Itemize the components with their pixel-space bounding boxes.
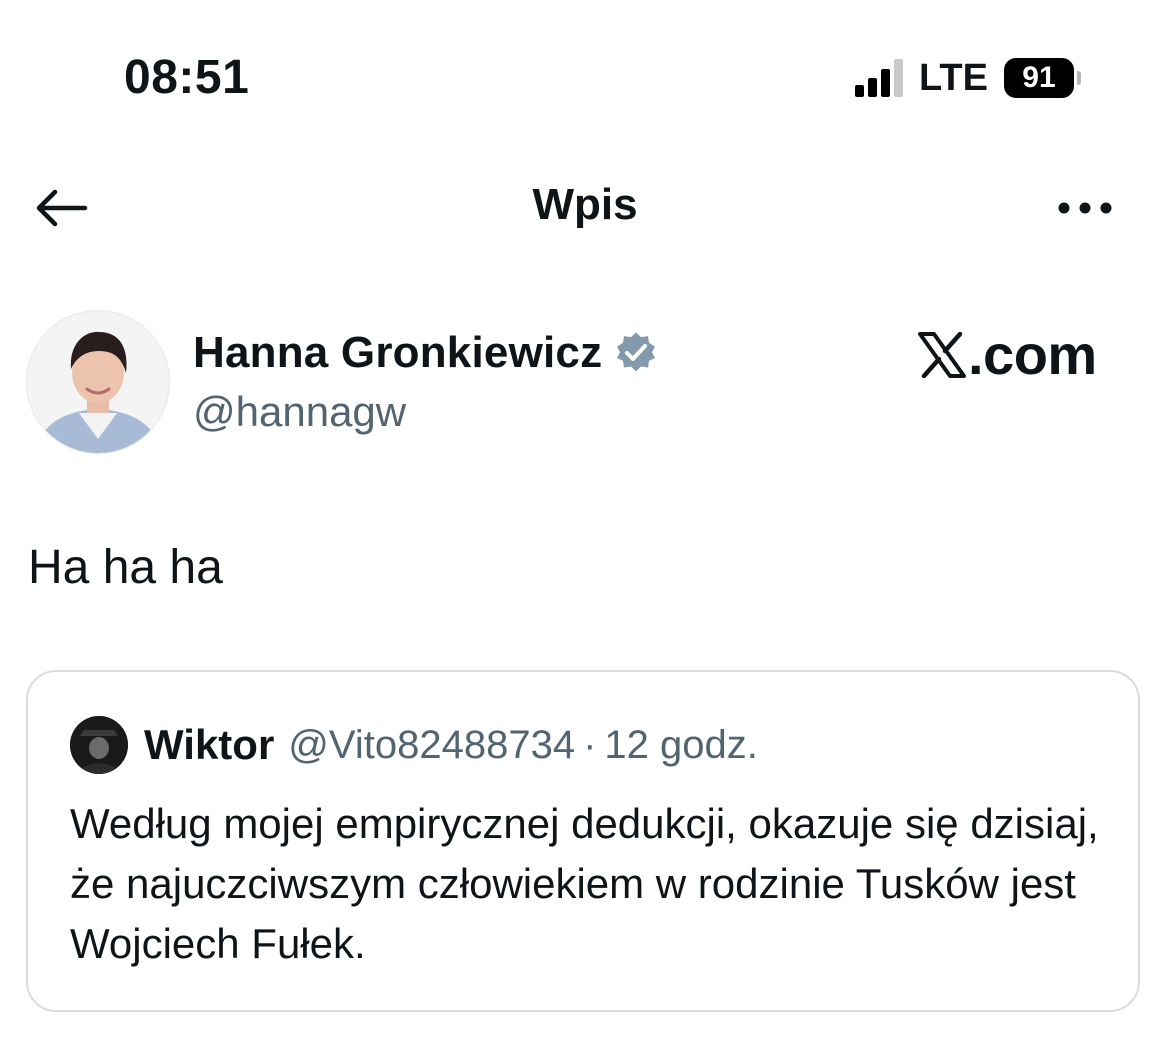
network-type: LTE (919, 56, 988, 99)
x-logo-icon (918, 331, 966, 378)
quoted-author-handle: @Vito82488734 (288, 722, 576, 767)
author-handle[interactable]: @hannagw (193, 388, 406, 436)
more-horizontal-icon (1058, 202, 1112, 214)
quoted-post-text: Według mojej empirycznej dedukcji, okazu… (70, 800, 1099, 967)
post-text: Ha ha ha (28, 541, 223, 594)
battery-icon: 91 (1003, 58, 1081, 98)
author-name-row[interactable]: Hanna Gronkiewicz (193, 328, 658, 378)
separator-dot: · (583, 722, 597, 767)
signal-strength-icon (855, 59, 903, 97)
quoted-post-card[interactable]: Wiktor @Vito82488734 · 12 godz. Według m… (26, 670, 1140, 1012)
battery-level: 91 (1003, 58, 1074, 98)
quoted-post-header: Wiktor @Vito82488734 · 12 godz. (70, 716, 758, 774)
more-options-button[interactable] (1052, 188, 1118, 228)
quoted-post-time: 12 godz. (604, 722, 758, 767)
page-title: Wpis (532, 180, 638, 229)
brand-text: .com (968, 323, 1097, 386)
quoted-author-avatar[interactable] (70, 716, 128, 774)
status-indicators: LTE 91 (855, 56, 1081, 100)
verified-badge-icon (614, 331, 658, 375)
status-time: 08:51 (124, 51, 250, 104)
author-avatar[interactable] (26, 310, 170, 454)
quoted-author-name: Wiktor (144, 721, 275, 768)
author-name: Hanna Gronkiewicz (193, 328, 603, 377)
brand-logo: .com (918, 322, 1097, 387)
